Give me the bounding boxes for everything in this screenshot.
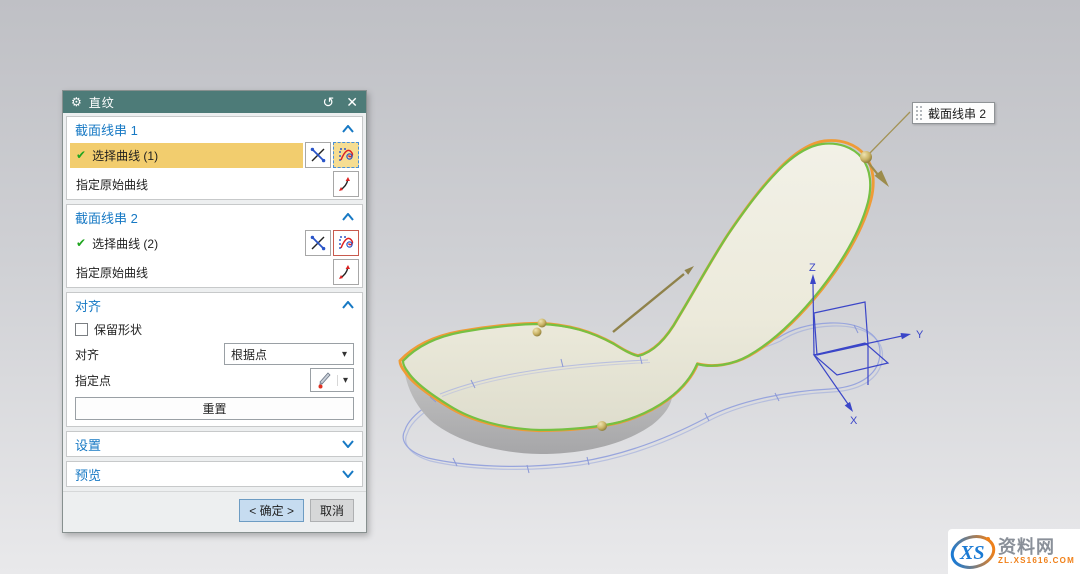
expand-chevron-icon[interactable] xyxy=(342,470,354,478)
cancel-button[interactable]: 取消 xyxy=(310,499,354,522)
wcs-triad[interactable]: Z Y X xyxy=(809,262,924,427)
check-icon: ✔ xyxy=(76,148,86,162)
stop-at-intersection-button-2[interactable] xyxy=(305,230,331,256)
tag-label: 截面线串 2 xyxy=(928,105,986,122)
curve-rule-button-2[interactable] xyxy=(333,230,359,256)
select-curve-2-label: 选择曲线 (2) xyxy=(92,235,158,252)
origin-curve-2-label: 指定原始曲线 xyxy=(70,264,331,281)
specify-point-combo[interactable]: ▾ xyxy=(310,368,354,392)
dialog-title: 直纹 xyxy=(89,94,311,111)
settings-group: 设置 xyxy=(66,431,363,457)
ruled-dialog: ⚙ 直纹 ↺ ✕ 截面线串 1 ✔ 选择曲线 (1) xyxy=(62,90,367,533)
collapse-chevron-icon[interactable] xyxy=(342,301,354,309)
reset-dialog-icon[interactable]: ↺ xyxy=(323,95,335,109)
y-axis-arrow xyxy=(901,333,912,339)
origin-curve-icon xyxy=(337,263,355,281)
section-string-2-title: 截面线串 2 xyxy=(75,208,342,227)
preview-group: 预览 xyxy=(66,461,363,487)
point-picker-icon xyxy=(315,371,333,389)
section-string-2-group: 截面线串 2 ✔ 选择曲线 (2) xyxy=(66,204,363,288)
dialog-footer: < 确定 > 取消 xyxy=(63,491,366,532)
section-string-1-group: 截面线串 1 ✔ 选择曲线 (1) xyxy=(66,116,363,200)
expand-chevron-icon[interactable] xyxy=(342,440,354,448)
dropdown-caret-icon: ▾ xyxy=(342,349,347,360)
alignment-title: 对齐 xyxy=(75,296,342,315)
preserve-shape-checkbox[interactable] xyxy=(75,323,88,336)
origin-curve-1-label: 指定原始曲线 xyxy=(70,176,331,193)
preserve-shape-label: 保留形状 xyxy=(94,321,142,338)
reset-button[interactable]: 重置 xyxy=(75,397,354,420)
tag-leader-line xyxy=(868,112,910,155)
watermark-logo: XS 资料网 ZL.XS1616.COM xyxy=(948,529,1080,574)
origin-curve-1-button[interactable] xyxy=(333,171,359,197)
section-string-2-header[interactable]: 截面线串 2 xyxy=(67,205,362,229)
y-axis-label: Y xyxy=(916,329,924,341)
curve-rule-button-1[interactable] xyxy=(333,142,359,168)
intersection-icon xyxy=(309,234,327,252)
alignment-dropdown[interactable]: 根据点 ▾ xyxy=(224,343,354,365)
section-string-1-title: 截面线串 1 xyxy=(75,120,342,139)
select-curve-1-label: 选择曲线 (1) xyxy=(92,147,158,164)
watermark-site-url: ZL.XS1616.COM xyxy=(998,557,1075,565)
section-string-2-tag[interactable]: 截面线串 2 xyxy=(912,102,995,124)
alignment-group: 对齐 保留形状 对齐 根据点 ▾ 指定点 xyxy=(66,292,363,427)
xs-logo-text: XS xyxy=(959,542,984,564)
gear-icon: ⚙ xyxy=(71,95,82,109)
origin-curve-2-button[interactable] xyxy=(333,259,359,285)
alignment-dropdown-value: 根据点 xyxy=(231,346,342,363)
watermark-site-name: 资料网 xyxy=(998,538,1075,557)
collapse-chevron-icon[interactable] xyxy=(342,125,354,133)
section-string-1-header[interactable]: 截面线串 1 xyxy=(67,117,362,141)
preview-title: 预览 xyxy=(75,465,342,484)
z-axis-label: Z xyxy=(809,262,816,274)
select-curve-1-field[interactable]: ✔ 选择曲线 (1) xyxy=(70,143,303,168)
stop-at-intersection-button[interactable] xyxy=(305,142,331,168)
close-icon[interactable]: ✕ xyxy=(346,95,358,109)
preview-header[interactable]: 预览 xyxy=(67,462,362,486)
collapse-chevron-icon[interactable] xyxy=(342,213,354,221)
settings-title: 设置 xyxy=(75,435,342,454)
curve-rule-icon xyxy=(337,146,355,164)
wcs-vertical-plane xyxy=(814,302,868,355)
select-curve-2-field[interactable]: ✔ 选择曲线 (2) xyxy=(70,231,303,256)
align-label: 对齐 xyxy=(75,346,224,363)
dropdown-caret-icon: ▾ xyxy=(337,375,353,386)
settings-header[interactable]: 设置 xyxy=(67,432,362,456)
curve-rule-icon xyxy=(337,234,355,252)
dialog-titlebar[interactable]: ⚙ 直纹 ↺ ✕ xyxy=(63,91,366,113)
intersection-icon xyxy=(309,146,327,164)
x-axis-arrow xyxy=(845,402,853,412)
xs-logo-icon: XS xyxy=(950,532,996,572)
check-icon: ✔ xyxy=(76,236,86,250)
origin-curve-icon xyxy=(337,175,355,193)
ok-button[interactable]: < 确定 > xyxy=(239,499,304,522)
specify-point-label: 指定点 xyxy=(75,372,310,389)
alignment-header[interactable]: 对齐 xyxy=(67,293,362,317)
x-axis-label: X xyxy=(850,415,858,427)
nx-graphics-window: Z Y X 截面线串 2 ⚙ 直纹 ↺ xyxy=(0,0,1080,574)
drag-handle-icon xyxy=(915,105,924,121)
